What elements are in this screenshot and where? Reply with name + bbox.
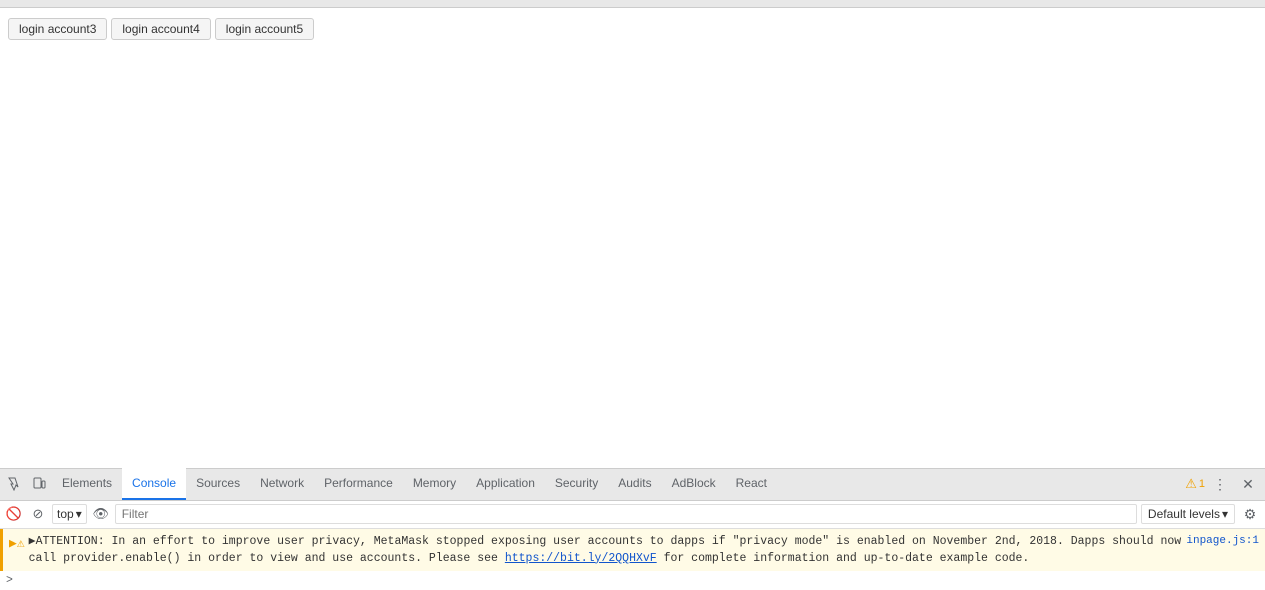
tab-memory[interactable]: Memory: [403, 468, 466, 500]
login-account4-button[interactable]: login account4: [111, 18, 210, 40]
tab-application[interactable]: Application: [466, 468, 545, 500]
tab-adblock[interactable]: AdBlock: [662, 468, 726, 500]
file-reference[interactable]: inpage.js:1: [1186, 533, 1259, 550]
tab-elements[interactable]: Elements: [52, 468, 122, 500]
default-levels-selector[interactable]: Default levels ▾: [1141, 504, 1235, 524]
console-settings-button[interactable]: ⚙: [1239, 503, 1261, 525]
inspect-element-button[interactable]: [4, 473, 26, 495]
login-account5-button[interactable]: login account5: [215, 18, 314, 40]
warning-link[interactable]: https://bit.ly/2QQHXvF: [505, 552, 657, 565]
devtools-close-button[interactable]: ✕: [1237, 473, 1259, 495]
tab-security[interactable]: Security: [545, 468, 608, 500]
tab-react[interactable]: React: [726, 468, 777, 500]
devtools-tabs-right: ⚠ 1 ⋮ ✕: [1185, 473, 1261, 495]
warning-icon: ▶⚠: [9, 534, 25, 568]
context-selector[interactable]: top ▾: [52, 504, 87, 524]
clear-console-button[interactable]: 🚫: [4, 504, 24, 524]
console-warning-message: ▶⚠ inpage.js:1 ▶ATTENTION: In an effort …: [0, 529, 1265, 572]
devtools-tabs-bar: Elements Console Sources Network Perform…: [0, 469, 1265, 501]
context-dropdown-icon: ▾: [76, 507, 82, 521]
prompt-arrow-icon: >: [6, 574, 13, 587]
page-content: login account3 login account4 login acco…: [0, 8, 1265, 467]
tab-audits[interactable]: Audits: [608, 468, 661, 500]
show-live-expressions-button[interactable]: 👁: [91, 504, 111, 524]
console-prompt-line: >: [0, 571, 1265, 590]
devtools-panel: Elements Console Sources Network Perform…: [0, 468, 1265, 590]
default-levels-label: Default levels: [1148, 507, 1220, 521]
tab-console[interactable]: Console: [122, 468, 186, 500]
devtools-more-button[interactable]: ⋮: [1209, 473, 1231, 495]
console-messages: ▶⚠ inpage.js:1 ▶ATTENTION: In an effort …: [0, 529, 1265, 590]
tab-network[interactable]: Network: [250, 468, 314, 500]
warning-message-part2: for complete information and up-to-date …: [664, 552, 1030, 565]
context-label: top: [57, 507, 74, 521]
warning-text: inpage.js:1 ▶ATTENTION: In an effort to …: [29, 533, 1259, 568]
tab-sources[interactable]: Sources: [186, 468, 250, 500]
warning-count: 1: [1199, 478, 1205, 490]
warning-badge: ⚠ 1: [1185, 476, 1205, 492]
console-toolbar: 🚫 ⊘ top ▾ 👁 Default levels ▾ ⚙: [0, 501, 1265, 529]
preserve-log-button[interactable]: ⊘: [28, 504, 48, 524]
filter-input[interactable]: [115, 504, 1137, 524]
login-buttons-container: login account3 login account4 login acco…: [0, 8, 1265, 50]
tab-performance[interactable]: Performance: [314, 468, 403, 500]
default-levels-dropdown-icon: ▾: [1222, 507, 1228, 521]
browser-top-bar: [0, 0, 1265, 8]
warning-triangle-icon: ⚠: [1185, 476, 1197, 492]
device-toolbar-button[interactable]: [28, 473, 50, 495]
login-account3-button[interactable]: login account3: [8, 18, 107, 40]
